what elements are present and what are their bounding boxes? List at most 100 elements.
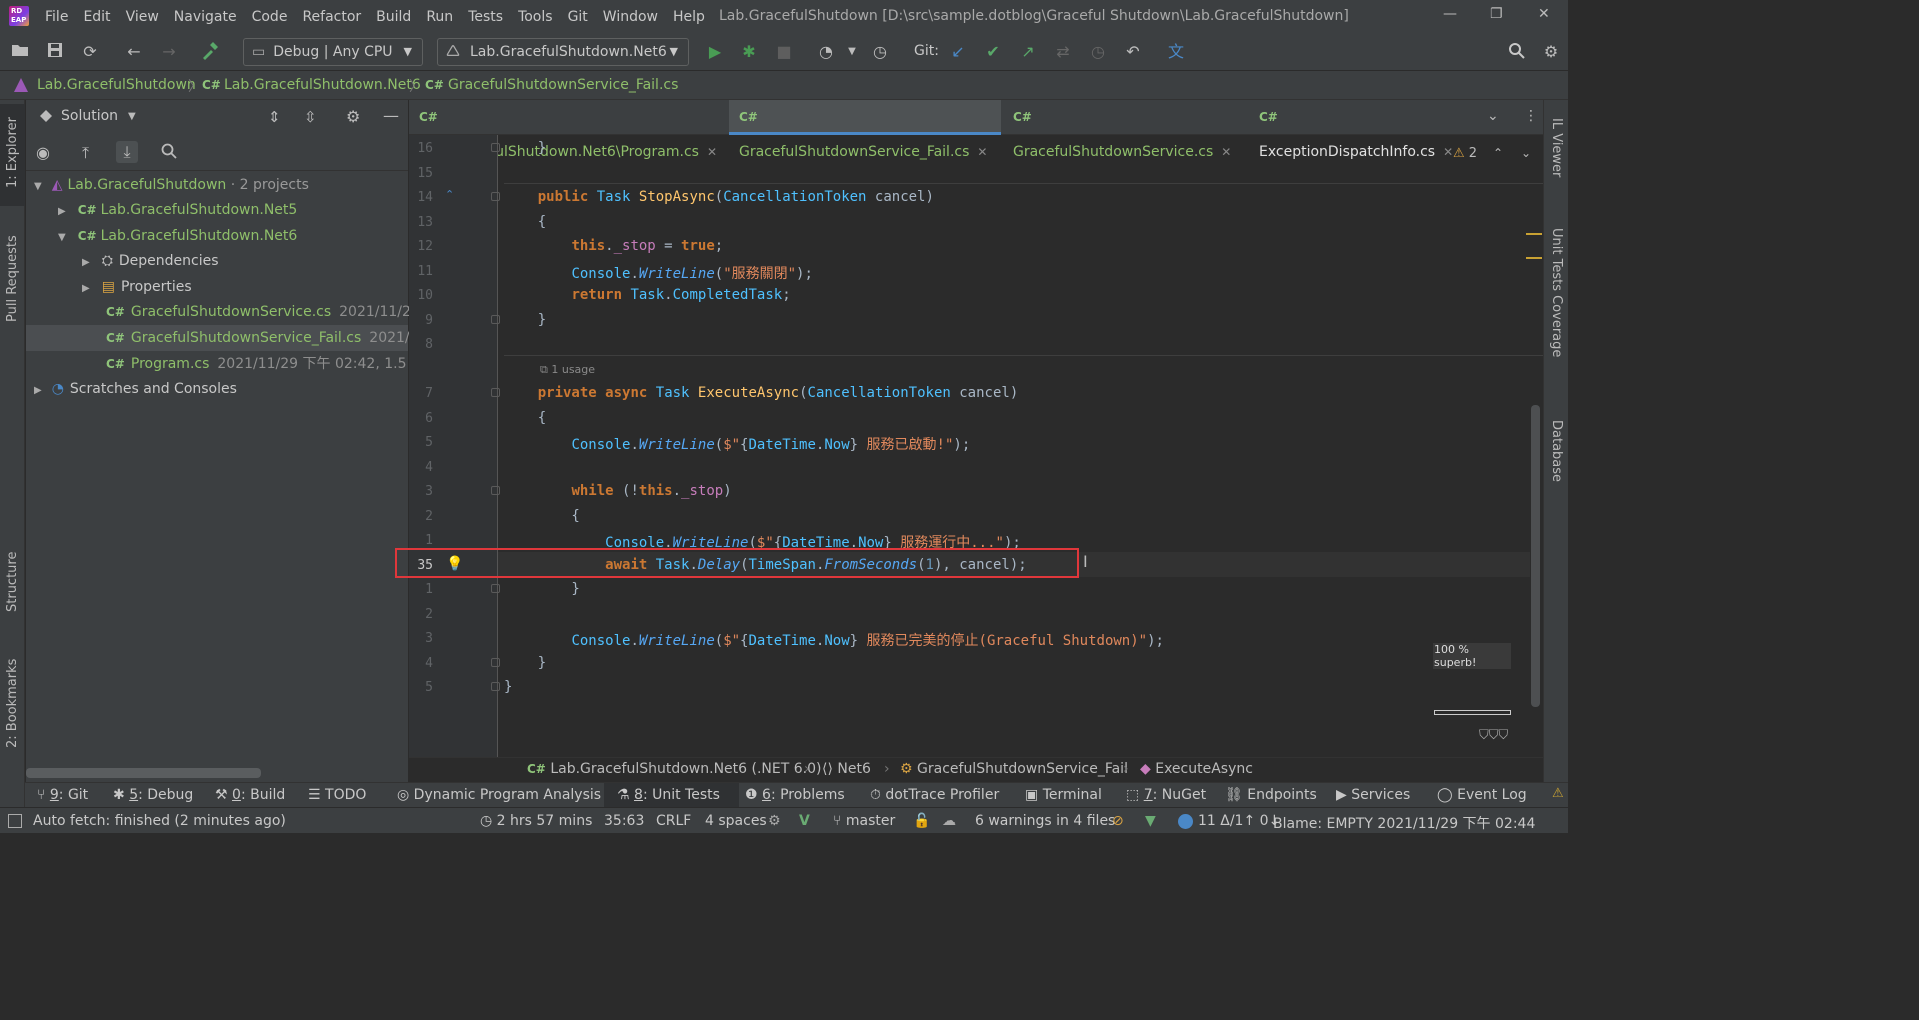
breadcrumb-file[interactable]: GracefulShutdownService_Fail.cs xyxy=(448,77,678,93)
run-icon[interactable]: ▶ xyxy=(705,42,725,62)
menu-code[interactable]: Code xyxy=(252,9,288,25)
scroll-from-source-icon[interactable]: ⤒ xyxy=(82,143,89,163)
menu-edit[interactable]: Edit xyxy=(83,9,110,25)
tab-service-fail[interactable]: C# GracefulShutdownService_Fail.cs ✕ xyxy=(729,100,1001,160)
strip-structure[interactable]: Structure xyxy=(5,552,20,612)
settings-gear-icon[interactable]: ⚙ xyxy=(346,107,360,126)
breadcrumb-class[interactable]: ⚙ GracefulShutdownService_Fail xyxy=(900,761,1128,777)
expand-all-icon[interactable]: ⇕ xyxy=(268,108,281,126)
translate-icon[interactable]: 文 xyxy=(1166,42,1186,62)
build-hammer-icon[interactable] xyxy=(200,42,220,62)
status-indent[interactable]: 4 spaces xyxy=(705,813,767,829)
horizontal-scrollbar[interactable] xyxy=(26,768,261,778)
collapse-all-icon[interactable]: ⇳ xyxy=(304,108,317,126)
strip-il-viewer[interactable]: IL Viewer xyxy=(1549,118,1564,177)
breadcrumb-project[interactable]: C# Lab.GracefulShutdown.Net6 (.NET 6.0) xyxy=(527,761,821,777)
tab-service[interactable]: C# GracefulShutdownService.cs ✕ xyxy=(1003,100,1248,160)
tool-services[interactable]: ▶ Services xyxy=(1336,787,1410,803)
status-branch[interactable]: ⑂ master xyxy=(833,813,895,829)
close-tab-icon[interactable]: ✕ xyxy=(977,145,987,159)
restore-icon[interactable]: ❐ xyxy=(1490,6,1503,22)
code-style-icon[interactable]: ⚙ xyxy=(768,813,781,829)
menu-git[interactable]: Git xyxy=(568,9,588,25)
tree-file-service[interactable]: C# GracefulShutdownService.cs 2021/11/29 下 xyxy=(106,300,438,325)
tool-dottrace[interactable]: ⏱ dotTrace Profiler xyxy=(870,787,999,803)
open-folder-icon[interactable] xyxy=(10,42,30,62)
implementation-marker-icon[interactable]: ⌃ xyxy=(445,188,454,201)
tool-nuget[interactable]: ⬚ 7: NuGet xyxy=(1126,787,1206,803)
menu-build[interactable]: Build xyxy=(376,9,411,25)
coverage-icon[interactable]: ◷ xyxy=(870,42,890,62)
event-warning-icon[interactable]: ⚠ xyxy=(1552,786,1564,801)
tool-build[interactable]: ⚒ 0: Build xyxy=(215,787,285,803)
tool-todo[interactable]: ☰ TODO xyxy=(308,787,366,803)
fold-marker-icon[interactable] xyxy=(491,658,500,667)
menu-tests[interactable]: Tests xyxy=(468,9,503,25)
menu-help[interactable]: Help xyxy=(673,9,705,25)
resharper-check-icon[interactable]: V xyxy=(799,813,810,829)
build-config-combo[interactable]: ▭ Debug | Any CPU ▼ xyxy=(243,38,423,66)
tool-endpoints[interactable]: ⛓ Endpoints xyxy=(1225,787,1317,803)
status-line-ending[interactable]: CRLF xyxy=(656,813,691,829)
chevron-down-icon[interactable]: ⌄ xyxy=(1487,108,1499,124)
git-push-icon[interactable]: ↗ xyxy=(1018,42,1038,62)
solution-view-label[interactable]: Solution xyxy=(61,108,118,124)
menu-run[interactable]: Run xyxy=(426,9,453,25)
warning-stripe[interactable] xyxy=(1526,233,1542,235)
minimize-icon[interactable]: — xyxy=(1443,6,1457,22)
strip-database[interactable]: Database xyxy=(1549,420,1564,482)
tree-item-properties[interactable]: ▶ ▤ Properties xyxy=(82,275,192,300)
rollback-icon[interactable]: ↶ xyxy=(1123,42,1143,62)
status-time[interactable]: ◷ 2 hrs 57 mins xyxy=(480,813,592,829)
panel-toggle-icon[interactable] xyxy=(8,814,22,828)
tool-debug[interactable]: ✱ 5: Debug xyxy=(113,787,193,803)
close-tab-icon[interactable]: ✕ xyxy=(707,145,717,159)
strip-explorer[interactable]: 1: Explorer xyxy=(5,117,20,188)
settings-gear-icon[interactable]: ⚙ xyxy=(1541,42,1561,62)
tree-file-program[interactable]: C# Program.cs 2021/11/29 下午 02:42, 1.5 kB xyxy=(106,352,429,377)
tool-dpa[interactable]: ◎ Dynamic Program Analysis xyxy=(397,787,601,803)
more-options-icon[interactable]: ⋮ xyxy=(1524,108,1538,124)
search-icon[interactable] xyxy=(1507,42,1527,62)
profile-icon[interactable]: ◔ xyxy=(816,42,836,62)
tool-problems[interactable]: ❶ 6: Problems xyxy=(745,787,845,803)
vertical-scrollbar[interactable] xyxy=(1531,405,1540,707)
tab-program[interactable]: C# Lab.GracefulShutdown.Net6\Program.cs ✕ xyxy=(409,100,727,160)
forward-icon[interactable]: → xyxy=(159,42,179,62)
menu-file[interactable]: File xyxy=(45,9,68,25)
chevron-down-icon[interactable]: ▼ xyxy=(128,111,136,122)
hide-panel-icon[interactable]: — xyxy=(383,106,399,125)
debug-bug-icon[interactable]: ✱ xyxy=(739,42,759,62)
breadcrumb-project[interactable]: Lab.GracefulShutdown.Net6 xyxy=(224,77,421,93)
tool-terminal[interactable]: ▣ Terminal xyxy=(1025,787,1102,803)
menu-tools[interactable]: Tools xyxy=(518,9,553,25)
chevron-down-icon[interactable]: ▼ xyxy=(842,42,862,62)
menu-view[interactable]: View xyxy=(126,9,159,25)
tree-item-dependencies[interactable]: ▶ ⛭ Dependencies xyxy=(82,249,219,274)
status-warnings[interactable]: 6 warnings in 4 files xyxy=(975,813,1115,829)
autoscroll-to-source-icon[interactable]: ⤓ xyxy=(116,141,138,163)
show-all-files-icon[interactable]: ◉ xyxy=(36,143,50,162)
breadcrumb-solution[interactable]: Lab.GracefulShutdown xyxy=(37,77,196,93)
tree-file-service-fail[interactable]: C# GracefulShutdownService_Fail.cs 2021/11… xyxy=(106,326,432,351)
sync-icon[interactable]: ⟳ xyxy=(80,42,100,62)
zoom-indicator[interactable]: 100 % superb! xyxy=(1433,643,1511,669)
git-commit-icon[interactable]: ✔ xyxy=(983,42,1003,62)
tool-event-log[interactable]: ◯ Event Log xyxy=(1437,787,1527,803)
fold-marker-icon[interactable] xyxy=(491,486,500,495)
fold-marker-icon[interactable] xyxy=(491,682,500,691)
status-blame[interactable]: Blame: EMPTY 2021/11/29 下午 02:44 xyxy=(1273,813,1535,833)
search-icon[interactable] xyxy=(161,143,177,163)
previous-highlight-icon[interactable]: ⌃ xyxy=(1493,146,1503,160)
strip-bookmarks[interactable]: 2: Bookmarks xyxy=(5,659,20,748)
stop-icon[interactable]: ■ xyxy=(774,42,794,62)
tree-item-net5[interactable]: ▶ C# Lab.GracefulShutdown.Net5 xyxy=(58,198,297,223)
breadcrumb-method[interactable]: ◆ ExecuteAsync xyxy=(1140,761,1253,777)
run-config-combo[interactable]: 🛆 Lab.GracefulShutdown.Net6 ▼ xyxy=(437,38,689,66)
menu-window[interactable]: Window xyxy=(603,9,658,25)
tree-item-scratches[interactable]: ▶ ◔ Scratches and Consoles xyxy=(34,377,237,402)
status-caret-position[interactable]: 35:63 xyxy=(604,813,644,829)
fold-marker-icon[interactable] xyxy=(491,584,500,593)
close-tab-icon[interactable]: ✕ xyxy=(1221,145,1231,159)
git-update-icon[interactable]: ↙ xyxy=(948,42,968,62)
